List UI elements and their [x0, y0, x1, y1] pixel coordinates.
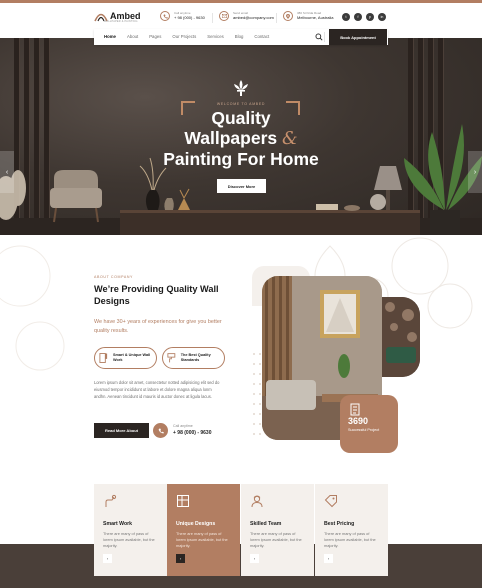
- mail-icon: [219, 11, 229, 21]
- call-label: Call anytime: [173, 424, 193, 428]
- pinterest-icon[interactable]: p: [366, 13, 374, 21]
- nav-divider: [324, 32, 325, 42]
- logo-tagline: WALLPAPER & PAINTING: [104, 20, 138, 23]
- header-call[interactable]: Call anytime + 98 (000) - 9630: [160, 11, 205, 21]
- design-sheet-icon: [177, 495, 189, 507]
- service-title: Smart Work: [103, 521, 133, 527]
- service-arrow-button[interactable]: ›: [103, 554, 112, 563]
- wallpaper-roll-icon: [99, 353, 108, 363]
- call-value: + 98 (000) - 9630: [174, 15, 205, 20]
- feature-smart-unique: Smart & Unique Wall Work: [94, 347, 157, 369]
- service-title: Best Pricing: [324, 521, 355, 527]
- service-card-best-pricing[interactable]: Best Pricing There are many of pass of l…: [315, 484, 388, 576]
- stat-caption: Successful Project: [348, 428, 380, 432]
- nav-home[interactable]: Home: [104, 34, 116, 40]
- hero-title-line3: Painting For Home: [163, 149, 319, 169]
- hero-title-line2: Wallpapers: [184, 128, 278, 148]
- address-value: Melbourne, Australia: [297, 15, 334, 20]
- hero-tagline: WELCOME TO AMBED: [216, 102, 266, 106]
- service-title: Skilled Team: [250, 521, 282, 527]
- nav-pages[interactable]: Pages: [149, 34, 161, 40]
- nav-contact[interactable]: Contact: [254, 34, 269, 40]
- stat-card: 3690 Successful Project: [340, 395, 398, 453]
- hero-title-line1: Quality: [211, 108, 271, 128]
- service-desc: There are many of pass of lorem ipsum av…: [176, 531, 228, 549]
- social-links: t f p in: [342, 13, 390, 21]
- about-body-text: Lorem ipsum dolor sit amet, consectetur …: [94, 380, 220, 399]
- about-tagline: ABOUT COMPANY: [94, 275, 134, 279]
- service-desc: There are many of pass of lorem ipsum av…: [250, 531, 302, 549]
- feature-title: Smart & Unique Wall Work: [113, 353, 151, 362]
- location-pin-icon: [283, 11, 293, 21]
- paint-roller-icon: [167, 353, 176, 363]
- nav-blog[interactable]: Blog: [235, 34, 244, 40]
- email-value: ambed@company.com: [233, 15, 274, 20]
- fleur-de-lis-icon: [234, 80, 248, 96]
- book-appointment-button[interactable]: Book Appointment: [329, 29, 387, 45]
- feature-best-quality: The Best Quality Standards: [162, 347, 225, 369]
- nav-our-projects[interactable]: Our Projects: [172, 34, 196, 40]
- header-address: 380 St Kilda Road Melbourne, Australia: [283, 11, 333, 21]
- service-desc: There are many of pass of lorem ipsum av…: [103, 531, 155, 549]
- service-card-unique-designs[interactable]: Unique Designs There are many of pass of…: [167, 484, 240, 576]
- phone-icon[interactable]: [153, 423, 168, 438]
- about-title: We’re Providing Quality Wall Designs: [94, 284, 219, 306]
- header-email[interactable]: Send email ambed@company.com: [219, 11, 274, 21]
- about-side-image: [382, 297, 420, 377]
- instagram-icon[interactable]: in: [378, 13, 386, 21]
- service-arrow-button[interactable]: ›: [176, 554, 185, 563]
- read-more-button[interactable]: Read More About: [94, 423, 149, 438]
- header-divider: [276, 13, 277, 23]
- price-tag-icon: [324, 495, 337, 508]
- hero-title: Quality Wallpapers & Painting For Home: [0, 108, 482, 169]
- service-arrow-button[interactable]: ›: [250, 554, 259, 563]
- service-title: Unique Designs: [176, 521, 216, 527]
- twitter-icon[interactable]: t: [342, 13, 350, 21]
- call-value[interactable]: + 98 (000) - 9630: [173, 430, 212, 436]
- about-lead: We have 30+ years of experiences for giv…: [94, 319, 222, 334]
- header-divider: [212, 13, 213, 23]
- discover-more-button[interactable]: Discover More: [217, 179, 266, 193]
- search-icon[interactable]: [315, 33, 323, 41]
- worker-icon: [251, 495, 263, 508]
- facebook-icon[interactable]: f: [354, 13, 362, 21]
- stat-value: 3690: [348, 416, 369, 426]
- site-header: Ambed WALLPAPER & PAINTING Call anytime …: [0, 3, 482, 31]
- phone-icon: [160, 11, 170, 21]
- nav-services[interactable]: Services: [207, 34, 223, 40]
- service-card-skilled-team[interactable]: Skilled Team There are many of pass of l…: [241, 484, 314, 576]
- service-card-smart-work[interactable]: Smart Work There are many of pass of lor…: [94, 484, 167, 576]
- decorative-pattern: [0, 245, 65, 371]
- hero-title-line2-wrap: Wallpapers &: [0, 128, 482, 149]
- nav-about[interactable]: About: [127, 34, 138, 40]
- service-arrow-button[interactable]: ›: [324, 554, 333, 563]
- document-icon: [350, 403, 360, 416]
- hero-title-ampersand: &: [282, 129, 298, 149]
- service-desc: There are many of pass of lorem ipsum av…: [324, 531, 376, 549]
- feature-title: The Best Quality Standards: [180, 353, 211, 362]
- brush-hand-icon: [105, 494, 117, 507]
